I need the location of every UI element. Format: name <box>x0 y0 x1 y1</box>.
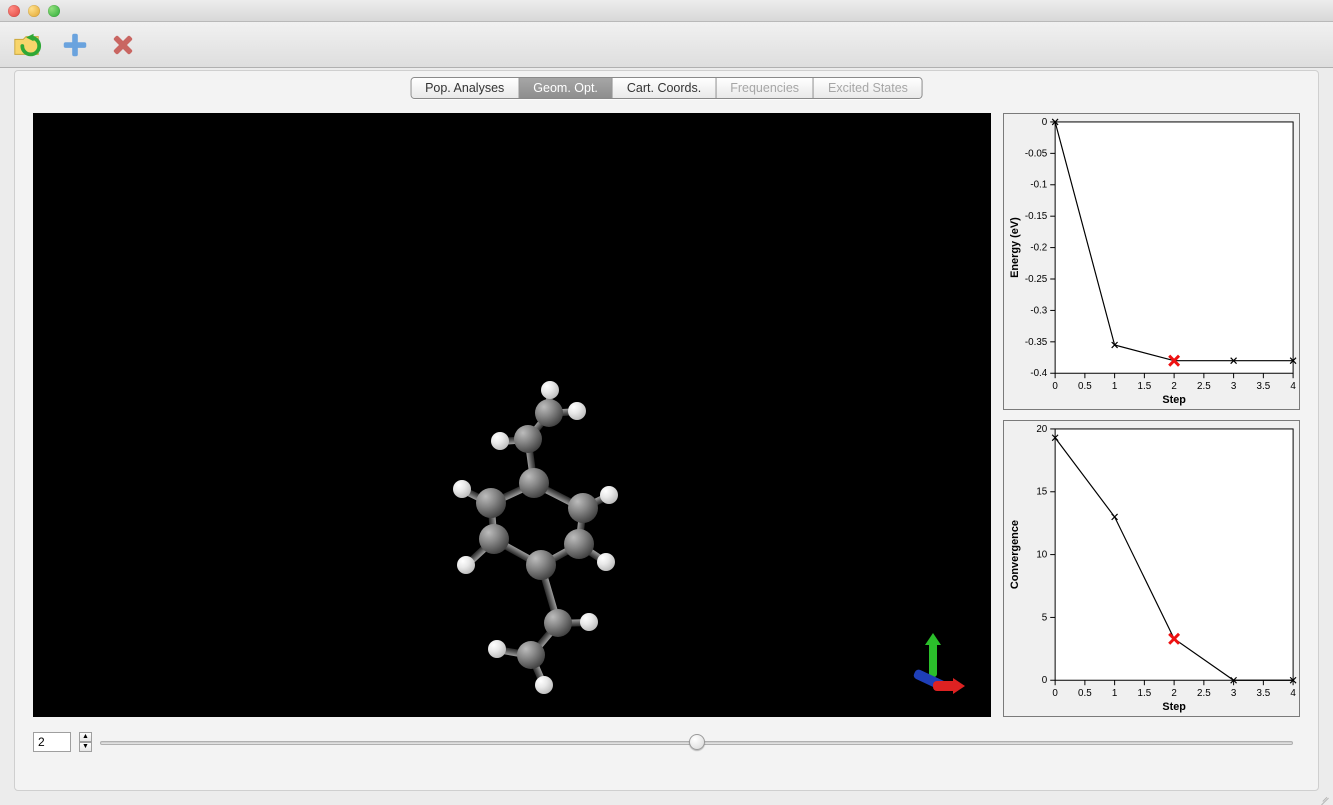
content-area: 0 0.5 1 1.5 2 2.5 3 3.5 4 0 -0.05 -0.1 -0.15 -0.2 -0.2… <box>33 105 1300 772</box>
step-controls: ▲ ▼ <box>33 727 1293 757</box>
svg-text:20: 20 <box>1036 424 1047 435</box>
add-button[interactable] <box>58 28 92 62</box>
tab-cart-coords[interactable]: Cart. Coords. <box>613 78 716 98</box>
step-stepper[interactable]: ▲ ▼ <box>79 732 92 752</box>
svg-text:1: 1 <box>1112 688 1118 699</box>
tab-frequencies: Frequencies <box>716 78 814 98</box>
svg-text:Convergence: Convergence <box>1009 520 1021 589</box>
svg-text:0: 0 <box>1042 117 1048 128</box>
close-window-button[interactable] <box>8 5 20 17</box>
svg-text:-0.35: -0.35 <box>1025 337 1048 348</box>
svg-text:2: 2 <box>1171 381 1176 392</box>
svg-text:-0.1: -0.1 <box>1030 180 1047 191</box>
svg-text:0: 0 <box>1052 688 1058 699</box>
step-input[interactable] <box>33 732 71 752</box>
toolbar <box>0 22 1333 68</box>
convergence-chart[interactable]: 0 0.5 1 1.5 2 2.5 3 3.5 4 0 5 10 15 20 Step Convergence <box>1003 420 1300 717</box>
tab-pop-analyses[interactable]: Pop. Analyses <box>411 78 519 98</box>
step-up-button[interactable]: ▲ <box>79 732 92 742</box>
svg-text:3.5: 3.5 <box>1257 688 1271 699</box>
molecule-viewer[interactable] <box>33 113 991 717</box>
zoom-window-button[interactable] <box>48 5 60 17</box>
svg-text:3.5: 3.5 <box>1257 381 1271 392</box>
charts-column: 0 0.5 1 1.5 2 2.5 3 3.5 4 0 -0.05 -0.1 -0.15 -0.2 -0.2… <box>1003 113 1300 717</box>
tab-bar: Pop. Analyses Geom. Opt. Cart. Coords. F… <box>410 77 923 99</box>
svg-text:-0.05: -0.05 <box>1025 148 1048 159</box>
svg-text:Step: Step <box>1162 701 1186 713</box>
svg-text:3: 3 <box>1231 688 1237 699</box>
svg-text:2.5: 2.5 <box>1197 688 1211 699</box>
svg-text:3: 3 <box>1231 381 1237 392</box>
resize-grip[interactable] <box>1317 789 1331 803</box>
main-panel: Pop. Analyses Geom. Opt. Cart. Coords. F… <box>14 70 1319 791</box>
svg-text:-0.4: -0.4 <box>1030 368 1047 379</box>
titlebar <box>0 0 1333 22</box>
svg-text:Step: Step <box>1162 394 1186 406</box>
open-file-button[interactable] <box>10 28 44 62</box>
svg-text:1.5: 1.5 <box>1138 688 1152 699</box>
svg-text:-0.25: -0.25 <box>1025 274 1048 285</box>
svg-text:1: 1 <box>1112 381 1118 392</box>
svg-text:5: 5 <box>1042 612 1048 623</box>
step-down-button[interactable]: ▼ <box>79 742 92 752</box>
svg-text:2.5: 2.5 <box>1197 381 1211 392</box>
svg-text:4: 4 <box>1290 381 1296 392</box>
svg-text:0: 0 <box>1052 381 1058 392</box>
svg-text:1.5: 1.5 <box>1138 381 1152 392</box>
svg-text:0.5: 0.5 <box>1078 381 1092 392</box>
svg-text:4: 4 <box>1290 688 1296 699</box>
svg-text:Energy (eV): Energy (eV) <box>1009 217 1021 278</box>
energy-chart[interactable]: 0 0.5 1 1.5 2 2.5 3 3.5 4 0 -0.05 -0.1 -0.15 -0.2 -0.2… <box>1003 113 1300 410</box>
svg-text:10: 10 <box>1036 550 1047 561</box>
svg-text:-0.15: -0.15 <box>1025 211 1048 222</box>
svg-text:0: 0 <box>1042 675 1048 686</box>
remove-button[interactable] <box>106 28 140 62</box>
svg-text:0.5: 0.5 <box>1078 688 1092 699</box>
svg-text:15: 15 <box>1036 487 1047 498</box>
tab-geom-opt[interactable]: Geom. Opt. <box>519 78 613 98</box>
step-slider[interactable] <box>100 732 1293 752</box>
svg-text:2: 2 <box>1171 688 1176 699</box>
svg-text:-0.2: -0.2 <box>1030 243 1047 254</box>
svg-text:-0.3: -0.3 <box>1030 305 1047 316</box>
minimize-window-button[interactable] <box>28 5 40 17</box>
window-controls <box>8 5 60 17</box>
tab-excited-states: Excited States <box>814 78 922 98</box>
axis-gizmo <box>893 631 973 711</box>
